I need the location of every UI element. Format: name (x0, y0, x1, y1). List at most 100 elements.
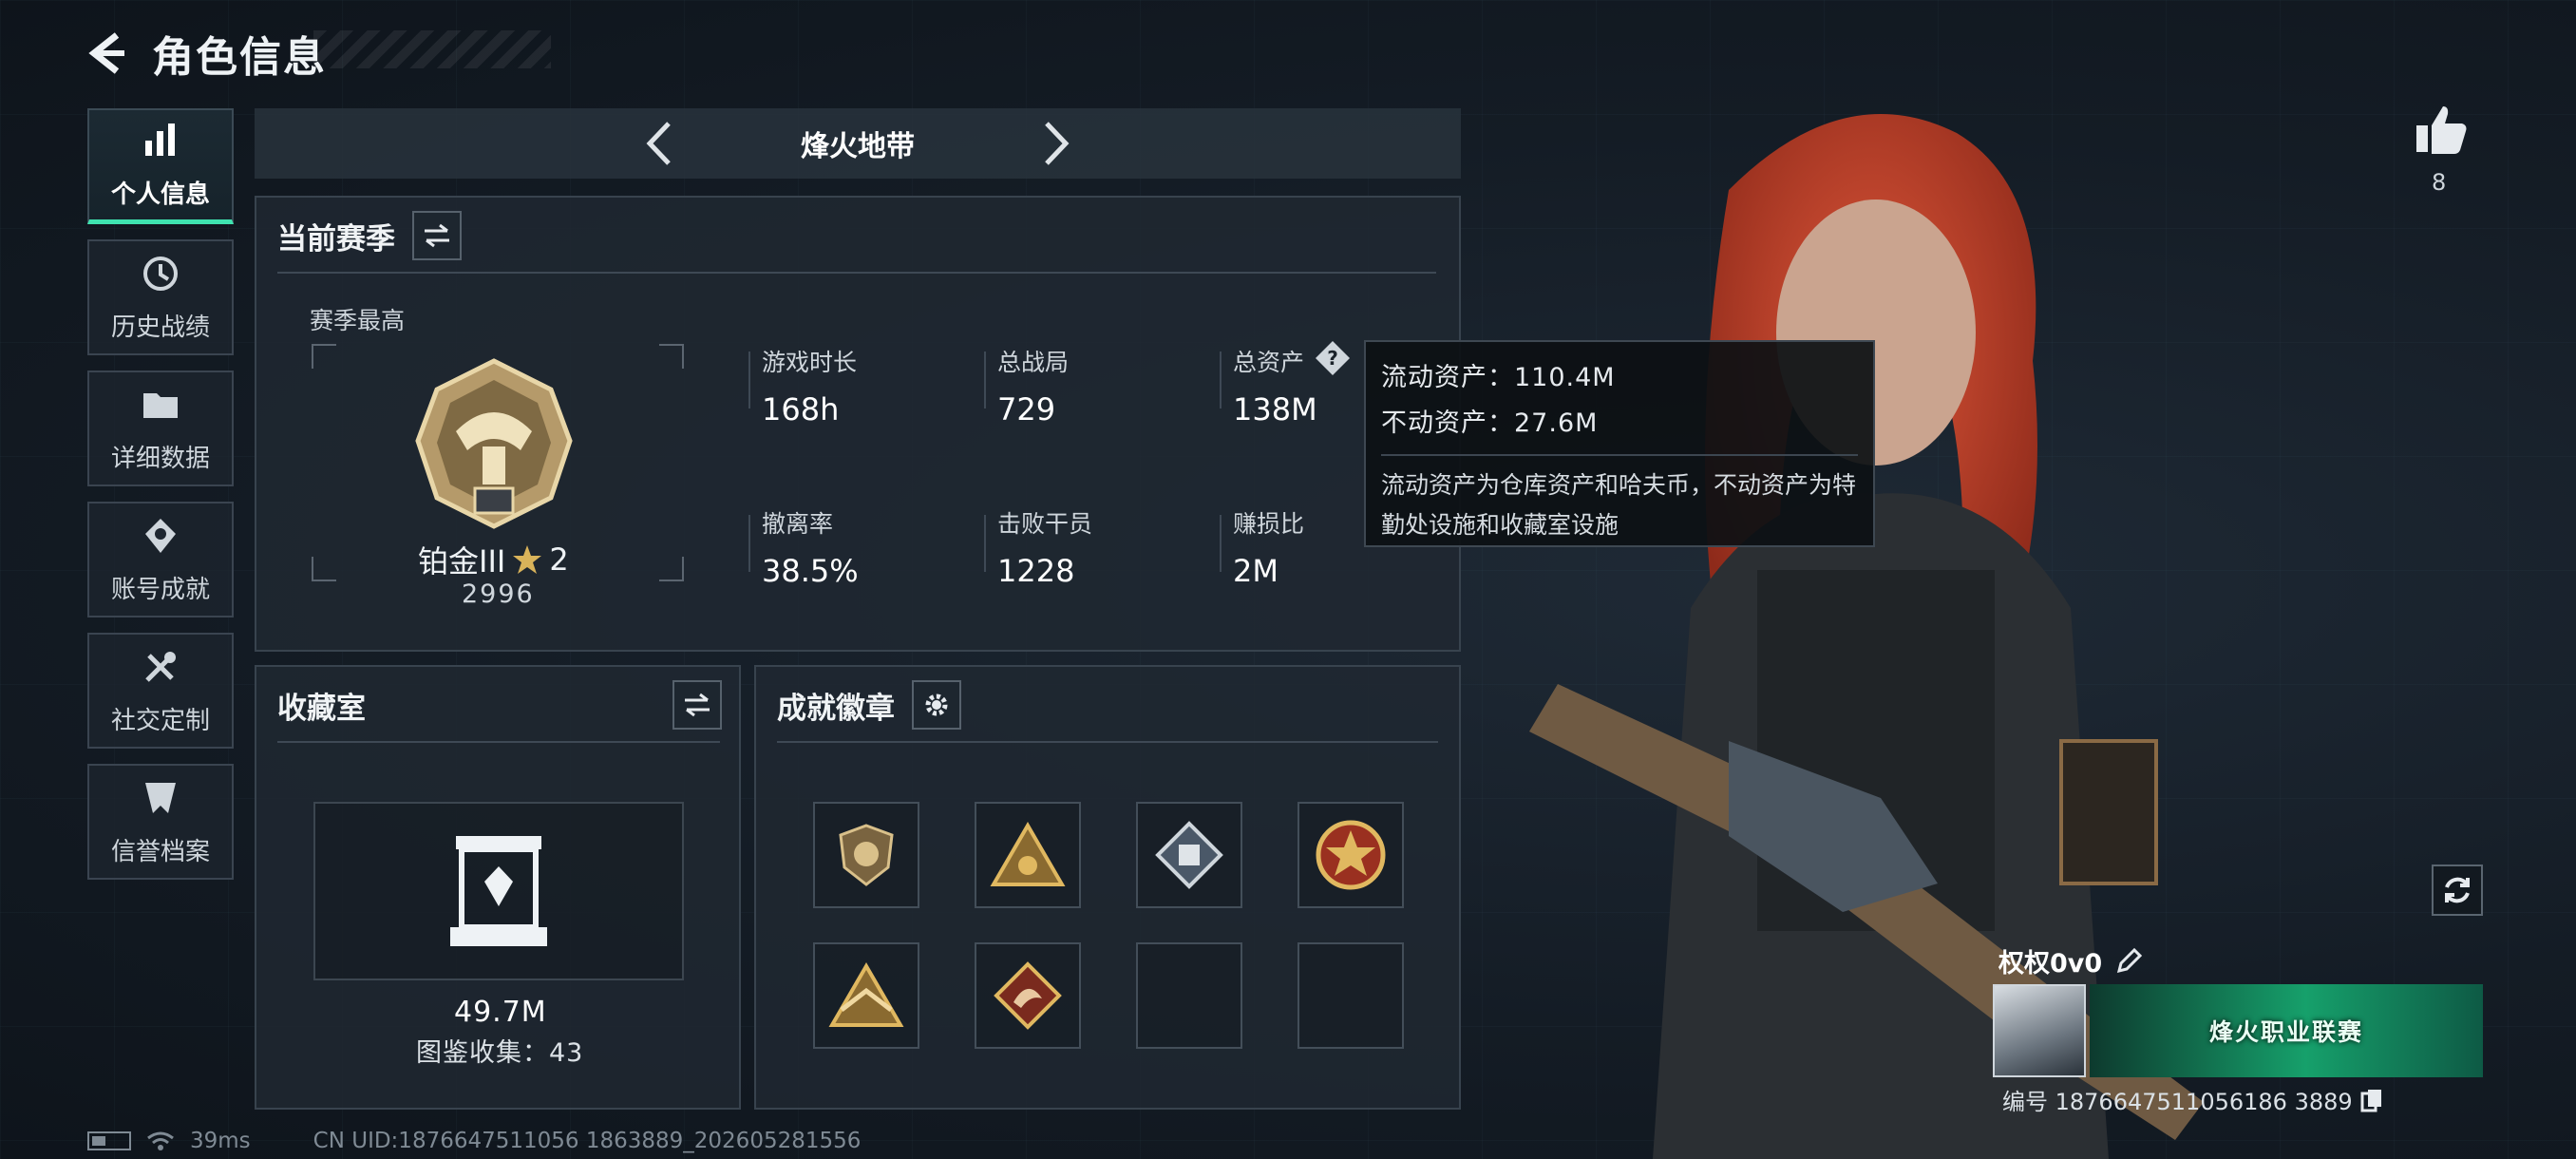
shield-icon (140, 777, 181, 823)
badge-slot[interactable] (975, 802, 1081, 908)
sidebar-item-history[interactable]: 历史战绩 (87, 239, 234, 355)
frame-corner (312, 344, 336, 369)
title-decoration (313, 30, 551, 68)
rank-name-text: 铂金III (418, 543, 506, 580)
divider (277, 741, 720, 743)
rank-emblem-icon (415, 358, 573, 529)
sidebar-item-label: 个人信息 (110, 180, 210, 209)
badge-slot-empty[interactable] (1297, 942, 1404, 1049)
player-name-text: 权权0v0 (1998, 949, 2103, 978)
folder-icon (140, 384, 181, 429)
collection-case-icon (450, 836, 547, 946)
sidebar-item-social[interactable]: 社交定制 (87, 633, 234, 749)
tooltip-liquid-assets: 流动资产：110.4M (1381, 363, 1616, 392)
collection-panel-header: 收藏室 (277, 680, 722, 730)
rank-score: 2996 (462, 580, 535, 609)
page-title: 角色信息 (152, 33, 327, 82)
refresh-button[interactable] (2432, 864, 2483, 916)
page-header: 角色信息 (82, 21, 327, 86)
season-best-label: 赛季最高 (310, 307, 406, 334)
badge-slot-empty[interactable] (1136, 942, 1242, 1049)
badge-slot[interactable] (1297, 802, 1404, 908)
swap-button[interactable] (412, 211, 462, 260)
player-id-text: 编号 1876647511056186 3889 (2002, 1089, 2353, 1115)
stat-label: 总资产 (1233, 349, 1305, 376)
gear-icon (925, 694, 948, 716)
sidebar-item-personal-info[interactable]: 个人信息 (87, 108, 234, 224)
history-icon (140, 253, 181, 298)
triangle-badge-icon (990, 822, 1066, 886)
diamond-badge-icon (1155, 821, 1223, 889)
season-panel-header: 当前赛季 (277, 211, 462, 260)
dragon-badge-icon (994, 961, 1062, 1030)
collection-count: 图鉴收集：43 (416, 1038, 584, 1068)
badge-slot[interactable] (813, 942, 919, 1049)
uid-text: CN UID:1876647511056 1863889_20260528155… (313, 1129, 862, 1153)
stat-total-matches: 总战局 729 (997, 344, 1069, 428)
tooltip-fixed-assets: 不动资产：27.6M (1381, 408, 1599, 438)
stat-label: 赚损比 (1233, 510, 1305, 538)
stat-divider (1220, 352, 1222, 408)
lion-badge-icon (839, 824, 894, 886)
stat-value: 1228 (997, 553, 1075, 589)
stat-label: 撤离率 (762, 510, 834, 538)
wings-badge-icon (828, 962, 904, 1027)
sidebar: 个人信息 历史战绩 详细数据 账号成就 社交定制 信誉档案 (87, 108, 234, 895)
sidebar-item-achievements[interactable]: 账号成就 (87, 502, 234, 618)
player-id: 编号 1876647511056186 3889 (2002, 1083, 2383, 1116)
stat-label: 总战局 (997, 349, 1070, 376)
stat-playtime: 游戏时长 168h (762, 344, 857, 428)
sidebar-item-label: 账号成就 (110, 575, 210, 604)
svg-text:?: ? (1327, 347, 1338, 370)
back-arrow-icon[interactable] (82, 27, 135, 80)
swap-button[interactable] (672, 680, 722, 730)
swap-icon (425, 223, 449, 248)
season-title: 当前赛季 (277, 221, 395, 256)
stat-value: 138M (1233, 391, 1317, 428)
rank-name: 铂金III 2 (418, 538, 569, 581)
banner-text: 烽火职业联赛 (2208, 1018, 2363, 1046)
achievement-icon (140, 515, 181, 560)
stat-label: 击败干员 (997, 510, 1093, 538)
thumbs-up-icon[interactable] (2413, 101, 2470, 158)
player-banner: 烽火职业联赛 (2090, 984, 2483, 1077)
mode-title: 烽火地带 (801, 130, 915, 163)
edit-icon[interactable] (2115, 947, 2143, 975)
stat-value: 729 (997, 391, 1056, 428)
player-name: 权权0v0 (1998, 942, 2143, 979)
badge-slot[interactable] (813, 802, 919, 908)
ping-text: 39ms (190, 1129, 251, 1153)
sidebar-item-details[interactable]: 详细数据 (87, 370, 234, 486)
like-count: 8 (2432, 169, 2447, 196)
frame-corner (312, 557, 336, 581)
frame-corner (659, 344, 684, 369)
mode-selector: 烽火地带 (255, 108, 1461, 179)
badges-title: 成就徽章 (777, 691, 895, 726)
settings-button[interactable] (912, 680, 961, 730)
stat-extract-rate: 撤离率 38.5% (762, 505, 859, 589)
wifi-icon (147, 1131, 174, 1150)
avatar[interactable] (1993, 984, 2086, 1077)
bar-chart-icon (140, 120, 181, 165)
star-icon (513, 545, 542, 574)
chevron-left-icon[interactable] (635, 120, 682, 167)
swap-icon (685, 693, 710, 717)
sidebar-item-credit[interactable]: 信誉档案 (87, 764, 234, 880)
stat-divider (748, 515, 750, 572)
sidebar-item-label: 详细数据 (110, 444, 210, 473)
collection-title: 收藏室 (277, 691, 366, 726)
stat-label: 游戏时长 (762, 349, 858, 376)
tools-icon (140, 646, 181, 692)
badge-slot[interactable] (975, 942, 1081, 1049)
sidebar-item-label: 社交定制 (110, 706, 210, 735)
stat-value: 2M (1233, 553, 1279, 589)
badge-slot[interactable] (1136, 802, 1242, 908)
tooltip-note: 流动资产为仓库资产和哈夫币，不动资产为特勤处设施和收藏室设施 (1381, 471, 1857, 539)
stat-divider (984, 515, 986, 572)
help-icon[interactable]: ? (1314, 339, 1352, 377)
star-medal-icon (1316, 820, 1386, 890)
sidebar-item-label: 信誉档案 (110, 837, 210, 866)
stat-value: 38.5% (762, 553, 859, 589)
copy-icon[interactable] (2360, 1088, 2383, 1112)
chevron-right-icon[interactable] (1033, 120, 1081, 167)
